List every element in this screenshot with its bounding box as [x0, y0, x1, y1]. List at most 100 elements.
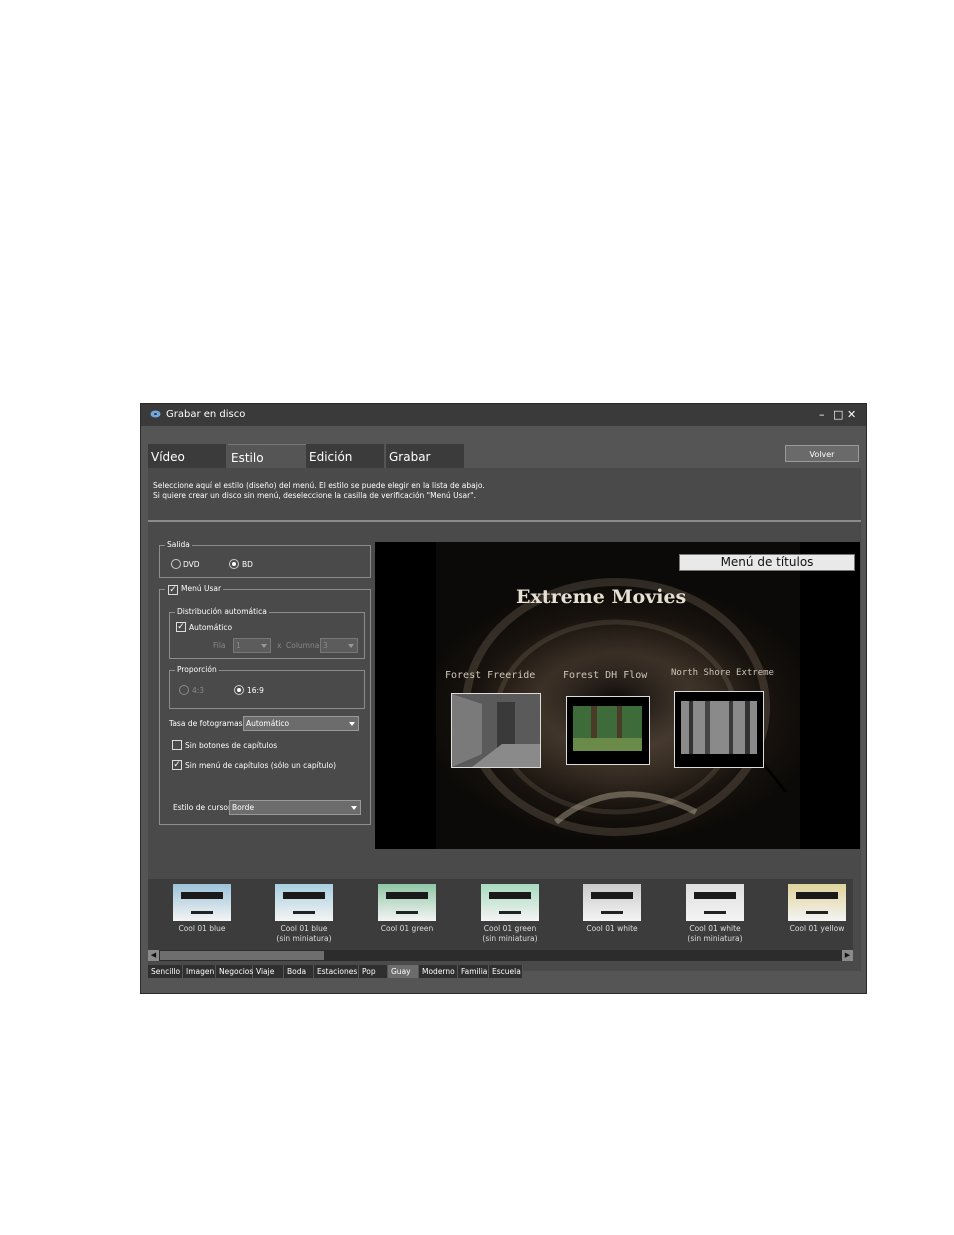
category-tab[interactable]: Familia — [458, 965, 489, 978]
ratio-16-9-label: 16:9 — [247, 686, 264, 695]
columna-value: 3 — [323, 641, 328, 650]
category-tab[interactable]: Viaje — [253, 965, 284, 978]
style-thumbnail — [173, 884, 231, 921]
cursor-select[interactable]: Borde — [229, 800, 361, 815]
style-item[interactable]: Cool 01 blue — [162, 884, 242, 934]
scroll-right-icon[interactable]: ▶ — [842, 950, 853, 961]
style-name: Cool 01 green — [483, 924, 537, 933]
close-icon[interactable]: ✕ — [847, 404, 856, 426]
chevron-down-icon — [349, 722, 355, 726]
sin-menu-label: Sin menú de capítulos (sólo un capítulo) — [185, 761, 336, 770]
fila-label: Fila — [213, 641, 226, 650]
clip-thumbnail-3[interactable] — [674, 691, 764, 768]
style-name: Cool 01 yellow — [789, 924, 845, 933]
instructions-line-1: Seleccione aquí el estilo (diseño) del m… — [153, 481, 485, 490]
ratio-16-9-radio[interactable] — [234, 685, 244, 695]
category-tab[interactable]: Sencillo — [148, 965, 183, 978]
ratio-4-3-radio[interactable] — [179, 685, 189, 695]
menu-preview: Menú de títulos Extreme Movies Forest Fr… — [375, 542, 860, 849]
style-name: Cool 01 blue — [178, 924, 226, 933]
style-thumbnail — [788, 884, 846, 921]
tasa-label: Tasa de fotogramas — [169, 719, 243, 728]
category-tab[interactable]: Estaciones — [314, 965, 359, 978]
foggy-forest-image — [681, 701, 757, 754]
style-item[interactable]: Cool 01 white (sin miniatura) — [675, 884, 755, 944]
ratio-4-3-label: 4:3 — [192, 686, 205, 695]
burn-disc-window: Grabar en disco – □ ✕ Vídeo Estilo Edici… — [140, 403, 867, 994]
cursor-label: Estilo de cursor — [173, 803, 232, 812]
category-tab[interactable]: Guay — [388, 965, 419, 978]
maximize-icon[interactable]: □ — [833, 404, 843, 426]
tab-estilo[interactable]: Estilo — [228, 444, 306, 468]
tasa-select[interactable]: Automático — [243, 716, 359, 731]
sin-botones-checkbox[interactable] — [172, 740, 182, 750]
clip-label-2: Forest DH Flow — [563, 670, 648, 681]
proporcion-group: Proporción 4:3 16:9 — [169, 665, 365, 709]
style-item[interactable]: Cool 01 green (sin miniatura) — [470, 884, 550, 944]
style-item[interactable]: Cool 01 blue (sin miniatura) — [264, 884, 344, 944]
distribucion-group: Distribución automática ✓ Automático Fil… — [169, 607, 365, 659]
chevron-down-icon — [348, 644, 354, 648]
movie-title: Extreme Movies — [516, 586, 687, 608]
sin-menu-checkbox[interactable]: ✓ — [172, 760, 182, 770]
tunnel-image — [452, 694, 540, 767]
columna-label: Columna — [286, 641, 320, 650]
chevron-down-icon — [261, 644, 267, 648]
style-thumbnail — [378, 884, 436, 921]
scrollbar-thumb[interactable] — [160, 951, 324, 960]
distribucion-title: Distribución automática — [175, 607, 269, 617]
automatico-checkbox[interactable]: ✓ — [176, 622, 186, 632]
category-tab[interactable]: Pop — [359, 965, 388, 978]
columna-select[interactable]: 3 — [320, 638, 358, 653]
style-subname: (sin miniatura) — [687, 934, 743, 943]
menu-title-box: Menú de títulos — [679, 554, 855, 571]
clip-thumbnail-1[interactable] — [451, 693, 541, 768]
chevron-down-icon — [351, 806, 357, 810]
tab-grabar[interactable]: Grabar — [386, 444, 464, 468]
fila-value: 1 — [236, 641, 241, 650]
salida-group: Salida DVD BD — [159, 540, 371, 578]
style-thumbnail — [686, 884, 744, 921]
style-item[interactable]: Cool 01 white — [572, 884, 652, 934]
sin-botones-label: Sin botones de capítulos — [185, 741, 278, 750]
instructions: Seleccione aquí el estilo (diseño) del m… — [153, 481, 753, 501]
cursor-value: Borde — [232, 803, 255, 812]
style-name: Cool 01 blue — [280, 924, 328, 933]
salida-dvd-radio[interactable] — [171, 559, 181, 569]
category-tab[interactable]: Boda — [284, 965, 314, 978]
style-thumbnail — [481, 884, 539, 921]
style-name: Cool 01 white — [586, 924, 638, 933]
forest-image — [573, 706, 642, 751]
separator — [148, 520, 861, 522]
category-tab[interactable]: Negocios — [216, 965, 253, 978]
scroll-left-icon[interactable]: ◀ — [148, 950, 159, 961]
style-thumbnail — [275, 884, 333, 921]
category-tab[interactable]: Imagen — [183, 965, 216, 978]
tab-edicion[interactable]: Edición — [306, 444, 384, 468]
disc-app-icon — [150, 410, 161, 418]
x-label: x — [277, 641, 282, 650]
style-thumbnail-strip: Cool 01 blue Cool 01 blue (sin miniatura) C… — [148, 879, 853, 950]
category-tab[interactable]: Escuela — [489, 965, 523, 978]
salida-bd-radio[interactable] — [229, 559, 239, 569]
tab-video[interactable]: Vídeo — [148, 444, 226, 468]
title-bar: Grabar en disco – □ ✕ — [141, 404, 866, 426]
fila-select[interactable]: 1 — [233, 638, 271, 653]
style-subname: (sin miniatura) — [276, 934, 332, 943]
menu-usar-group: Menú Usar ✓ Distribución automática ✓ Au… — [159, 584, 371, 825]
clip-thumbnail-2[interactable] — [566, 696, 650, 765]
volver-button[interactable]: Volver — [785, 445, 859, 462]
salida-dvd-label: DVD — [183, 560, 200, 569]
proporcion-title: Proporción — [175, 665, 219, 675]
style-item[interactable]: Cool 01 yellow — [777, 884, 857, 934]
horizontal-scrollbar[interactable]: ◀ ▶ — [148, 950, 853, 961]
style-thumbnail — [583, 884, 641, 921]
style-name: Cool 01 white — [689, 924, 741, 933]
salida-bd-label: BD — [242, 560, 253, 569]
category-tab[interactable]: Moderno — [419, 965, 458, 978]
style-item[interactable]: Cool 01 green — [367, 884, 447, 934]
menu-usar-checkbox[interactable]: ✓ — [168, 585, 178, 595]
automatico-label: Automático — [189, 623, 233, 632]
minimize-icon[interactable]: – — [819, 404, 825, 426]
tasa-value: Automático — [246, 719, 290, 728]
